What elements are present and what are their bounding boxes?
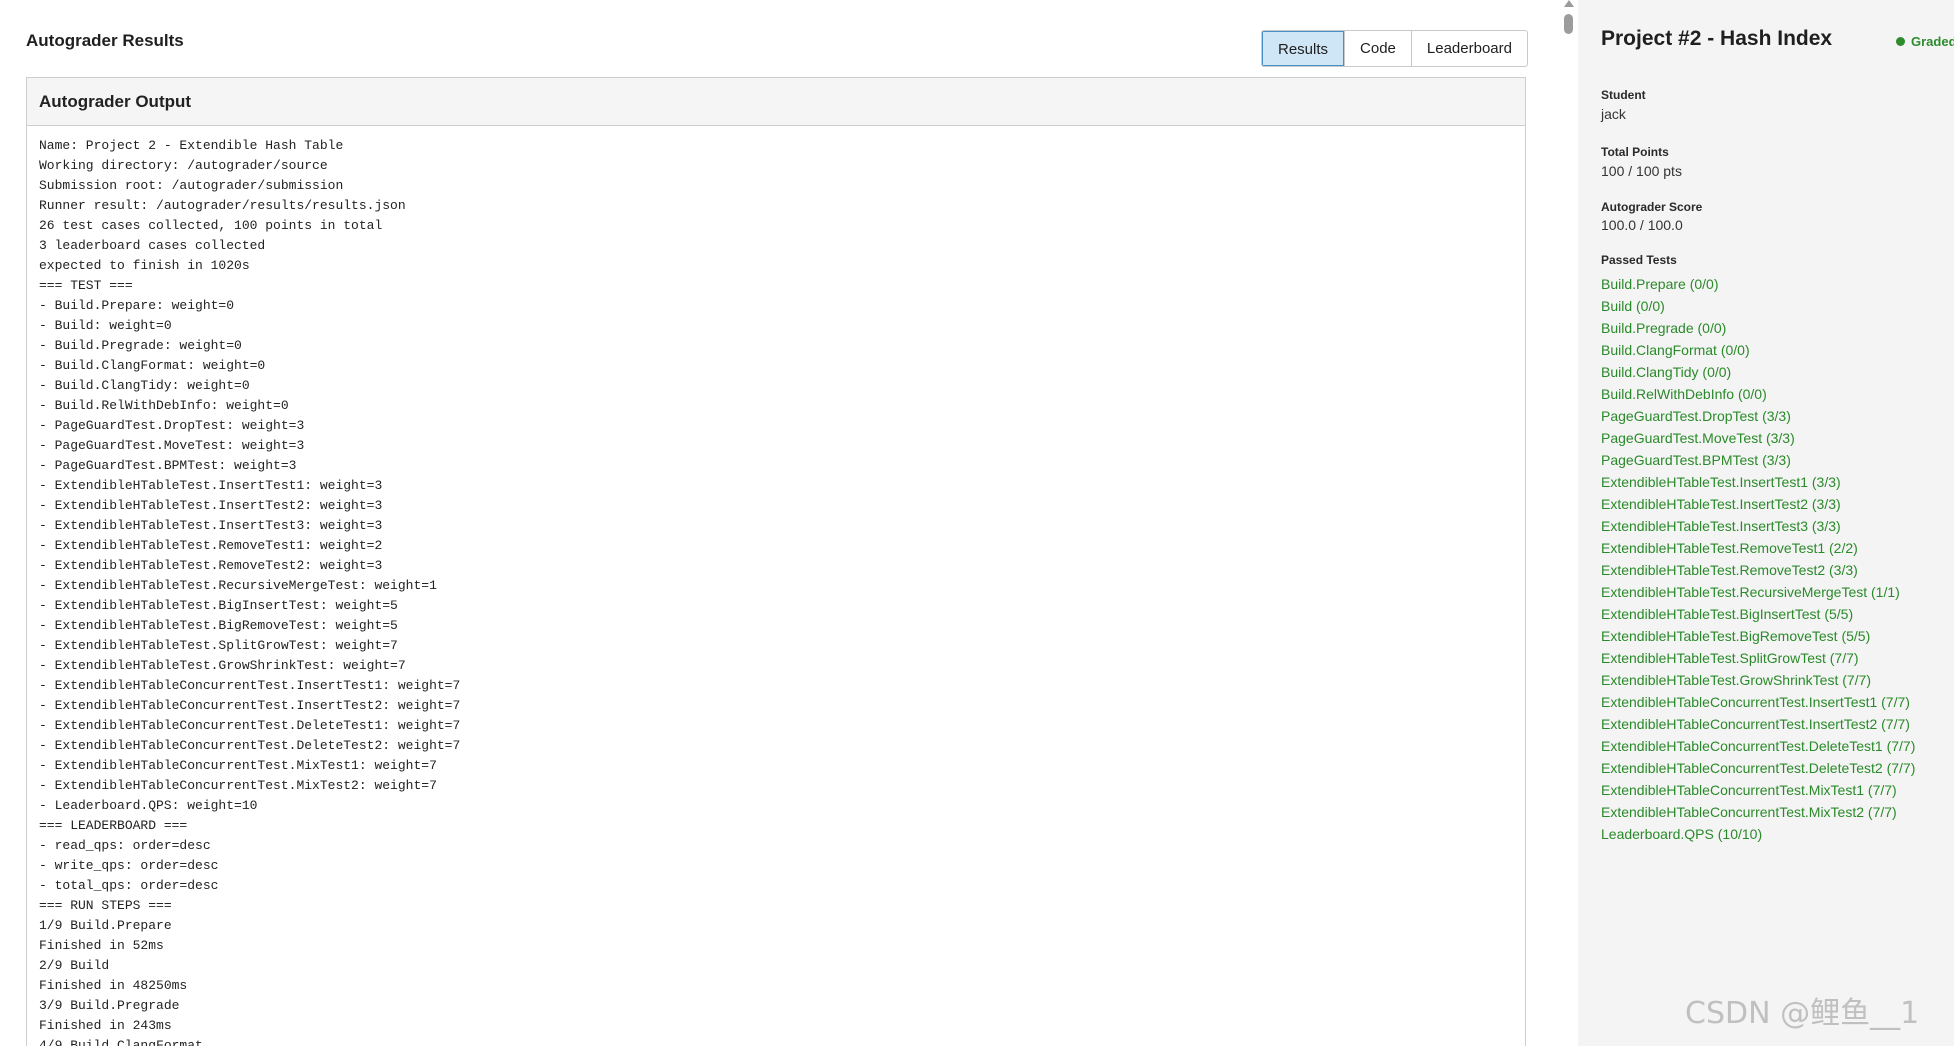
- passed-test-item[interactable]: ExtendibleHTableConcurrentTest.DeleteTes…: [1601, 757, 1915, 779]
- status-label: Graded: [1911, 34, 1954, 49]
- output-line: === TEST ===: [39, 278, 133, 293]
- scroll-thumb[interactable]: [1564, 14, 1573, 34]
- passed-test-item[interactable]: Build.Prepare (0/0): [1601, 273, 1915, 295]
- output-line: - PageGuardTest.MoveTest: weight=3: [39, 438, 305, 453]
- tab-code[interactable]: Code: [1344, 31, 1411, 66]
- passed-test-item[interactable]: ExtendibleHTableTest.InsertTest2 (3/3): [1601, 493, 1915, 515]
- passed-test-item[interactable]: PageGuardTest.DropTest (3/3): [1601, 405, 1915, 427]
- output-line: expected to finish in 1020s: [39, 258, 250, 273]
- passed-test-item[interactable]: ExtendibleHTableTest.RemoveTest1 (2/2): [1601, 537, 1915, 559]
- output-line: Finished in 48250ms: [39, 978, 188, 993]
- output-line: - Build: weight=0: [39, 318, 172, 333]
- output-log: Name: Project 2 - Extendible Hash Table …: [27, 126, 1525, 1046]
- output-line: - PageGuardTest.BPMTest: weight=3: [39, 458, 297, 473]
- output-line: - Build.ClangFormat: weight=0: [39, 358, 266, 373]
- output-line: - PageGuardTest.DropTest: weight=3: [39, 418, 305, 433]
- output-line: - write_qps: order=desc: [39, 858, 219, 873]
- student-name: jack: [1601, 106, 1626, 122]
- autograder-output-panel: Autograder Output Name: Project 2 - Exte…: [26, 77, 1526, 1046]
- passed-test-item[interactable]: ExtendibleHTableTest.SplitGrowTest (7/7): [1601, 647, 1915, 669]
- passed-test-item[interactable]: ExtendibleHTableTest.GrowShrinkTest (7/7…: [1601, 669, 1915, 691]
- output-line: Runner result: /autograder/results/resul…: [39, 198, 406, 213]
- output-line: Finished in 243ms: [39, 1018, 172, 1033]
- output-line: - ExtendibleHTableTest.RemoveTest1: weig…: [39, 538, 383, 553]
- passed-test-item[interactable]: Build.Pregrade (0/0): [1601, 317, 1915, 339]
- output-line: - ExtendibleHTableTest.GrowShrinkTest: w…: [39, 658, 406, 673]
- autograder-score-value: 100.0 / 100.0: [1601, 217, 1683, 233]
- output-line: 3/9 Build.Pregrade: [39, 998, 180, 1013]
- passed-test-item[interactable]: PageGuardTest.MoveTest (3/3): [1601, 427, 1915, 449]
- output-line: - read_qps: order=desc: [39, 838, 211, 853]
- output-line: 1/9 Build.Prepare: [39, 918, 172, 933]
- total-points-label: Total Points: [1601, 145, 1669, 159]
- output-line: Name: Project 2 - Extendible Hash Table: [39, 138, 344, 153]
- output-line: - ExtendibleHTableConcurrentTest.InsertT…: [39, 678, 461, 693]
- output-line: - ExtendibleHTableTest.RecursiveMergeTes…: [39, 578, 437, 593]
- scrollbar[interactable]: [1560, 0, 1578, 1046]
- output-line: - Build.Pregrade: weight=0: [39, 338, 242, 353]
- output-line: - ExtendibleHTableTest.RemoveTest2: weig…: [39, 558, 383, 573]
- scroll-up-arrow-icon[interactable]: [1564, 0, 1574, 7]
- passed-test-item[interactable]: ExtendibleHTableTest.RecursiveMergeTest …: [1601, 581, 1915, 603]
- output-line: 2/9 Build: [39, 958, 110, 973]
- passed-test-item[interactable]: ExtendibleHTableTest.RemoveTest2 (3/3): [1601, 559, 1915, 581]
- main-content: Autograder Results Results Code Leaderbo…: [0, 0, 1560, 1046]
- passed-test-item[interactable]: PageGuardTest.BPMTest (3/3): [1601, 449, 1915, 471]
- output-line: 26 test cases collected, 100 points in t…: [39, 218, 383, 233]
- passed-test-item[interactable]: Build.RelWithDebInfo (0/0): [1601, 383, 1915, 405]
- output-line: - ExtendibleHTableConcurrentTest.InsertT…: [39, 698, 461, 713]
- total-points-value: 100 / 100 pts: [1601, 163, 1682, 179]
- autograder-score-label: Autograder Score: [1601, 200, 1703, 214]
- output-line: - Build.RelWithDebInfo: weight=0: [39, 398, 289, 413]
- passed-test-item[interactable]: Leaderboard.QPS (10/10): [1601, 823, 1915, 845]
- output-line: === RUN STEPS ===: [39, 898, 172, 913]
- passed-test-item[interactable]: ExtendibleHTableTest.InsertTest3 (3/3): [1601, 515, 1915, 537]
- passed-test-item[interactable]: ExtendibleHTableConcurrentTest.MixTest1 …: [1601, 779, 1915, 801]
- student-label: Student: [1601, 88, 1646, 102]
- output-line: - total_qps: order=desc: [39, 878, 219, 893]
- status-dot-icon: [1896, 37, 1905, 46]
- status-badge: Graded: [1896, 34, 1954, 49]
- output-line: - ExtendibleHTableTest.BigInsertTest: we…: [39, 598, 398, 613]
- output-line: 3 leaderboard cases collected: [39, 238, 266, 253]
- output-line: Working directory: /autograder/source: [39, 158, 328, 173]
- output-line: - ExtendibleHTableTest.BigRemoveTest: we…: [39, 618, 398, 633]
- passed-test-item[interactable]: Build (0/0): [1601, 295, 1915, 317]
- output-line: - Leaderboard.QPS: weight=10: [39, 798, 258, 813]
- passed-test-item[interactable]: Build.ClangFormat (0/0): [1601, 339, 1915, 361]
- output-line: 4/9 Build.ClangFormat: [39, 1038, 203, 1046]
- output-line: - ExtendibleHTableConcurrentTest.DeleteT…: [39, 738, 461, 753]
- output-line: Submission root: /autograder/submission: [39, 178, 344, 193]
- output-line: - Build.Prepare: weight=0: [39, 298, 235, 313]
- assignment-title: Project #2 - Hash Index: [1601, 27, 1833, 50]
- passed-tests-label: Passed Tests: [1601, 253, 1677, 267]
- output-line: - Build.ClangTidy: weight=0: [39, 378, 250, 393]
- output-line: - ExtendibleHTableConcurrentTest.MixTest…: [39, 758, 437, 773]
- output-line: === LEADERBOARD ===: [39, 818, 188, 833]
- passed-test-item[interactable]: ExtendibleHTableConcurrentTest.InsertTes…: [1601, 691, 1915, 713]
- tab-results[interactable]: Results: [1262, 31, 1345, 66]
- passed-tests-list: Build.Prepare (0/0) Build (0/0) Build.Preg…: [1601, 273, 1915, 845]
- output-line: - ExtendibleHTableConcurrentTest.MixTest…: [39, 778, 437, 793]
- watermark: CSDN @鲤鱼__1: [1685, 996, 1920, 1031]
- output-line: Finished in 52ms: [39, 938, 164, 953]
- passed-test-item[interactable]: ExtendibleHTableTest.InsertTest1 (3/3): [1601, 471, 1915, 493]
- output-line: - ExtendibleHTableTest.InsertTest1: weig…: [39, 478, 383, 493]
- view-tabs: Results Code Leaderboard: [1261, 30, 1528, 67]
- passed-test-item[interactable]: ExtendibleHTableConcurrentTest.DeleteTes…: [1601, 735, 1915, 757]
- output-line: - ExtendibleHTableTest.InsertTest3: weig…: [39, 518, 383, 533]
- tab-leaderboard[interactable]: Leaderboard: [1410, 31, 1527, 66]
- passed-test-item[interactable]: Build.ClangTidy (0/0): [1601, 361, 1915, 383]
- output-line: - ExtendibleHTableTest.InsertTest2: weig…: [39, 498, 383, 513]
- page-title: Autograder Results: [26, 31, 184, 50]
- output-line: - ExtendibleHTableConcurrentTest.DeleteT…: [39, 718, 461, 733]
- passed-test-item[interactable]: ExtendibleHTableTest.BigInsertTest (5/5): [1601, 603, 1915, 625]
- passed-test-item[interactable]: ExtendibleHTableConcurrentTest.MixTest2 …: [1601, 801, 1915, 823]
- output-line: - ExtendibleHTableTest.SplitGrowTest: we…: [39, 638, 398, 653]
- panel-title: Autograder Output: [27, 78, 1525, 126]
- passed-test-item[interactable]: ExtendibleHTableConcurrentTest.InsertTes…: [1601, 713, 1915, 735]
- passed-test-item[interactable]: ExtendibleHTableTest.BigRemoveTest (5/5): [1601, 625, 1915, 647]
- sidebar: Project #2 - Hash Index Graded Student j…: [1578, 0, 1954, 1046]
